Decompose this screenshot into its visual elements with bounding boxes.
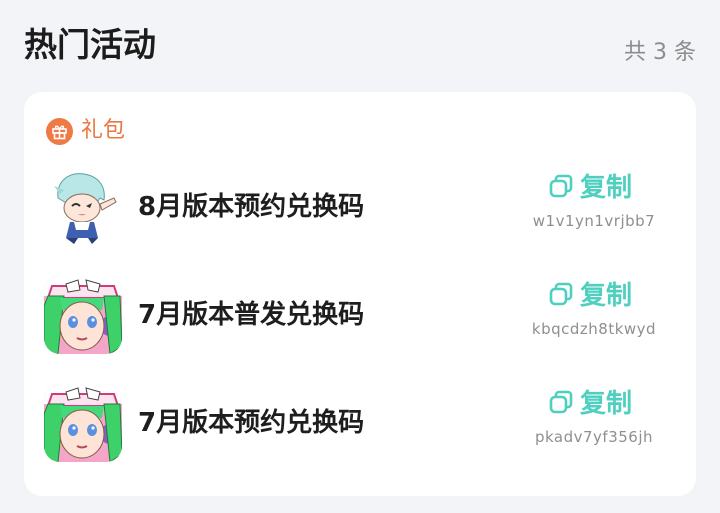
redeem-code: w1v1yn1vrjbb7 [532, 212, 656, 230]
item-count: 共 3 条 [624, 40, 696, 65]
item-title: 8月版本预约兑换码 [138, 192, 365, 222]
list-item: 7月版本预约兑换码 复制 pkadv7yf356jh [24, 380, 696, 464]
copy-label: 复制 [580, 281, 633, 311]
gift-icon [46, 117, 73, 145]
copy-label: 复制 [580, 173, 633, 203]
redeem-code: pkadv7yf356jh [534, 428, 654, 446]
item-title: 7月版本预约兑换码 [138, 408, 365, 438]
copy-button[interactable]: 复制 [548, 278, 632, 314]
copy-icon [548, 173, 574, 203]
copy-icon [548, 389, 574, 419]
copy-button[interactable]: 复制 [548, 386, 632, 422]
copy-label: 复制 [580, 389, 633, 419]
green-hair-character-avatar [44, 384, 122, 462]
copy-button[interactable]: 复制 [548, 170, 632, 206]
chibi-character-avatar [44, 168, 122, 246]
section-label-text: 礼包 [81, 118, 126, 143]
list-item: 7月版本普发兑换码 复制 kbqcdzh8tkwyd [24, 272, 696, 356]
gift-card: 礼包 8月版本预约兑换码 复制 w1v1yn1vrjbb7 7月版本普发兑换码 … [24, 92, 696, 496]
section-label: 礼包 [46, 116, 125, 146]
page-title: 热门活动 [24, 25, 156, 64]
redeem-code: kbqcdzh8tkwyd [531, 320, 657, 338]
item-title: 7月版本普发兑换码 [138, 300, 365, 330]
section-header: 热门活动 共 3 条 [24, 22, 696, 72]
list-item: 8月版本预约兑换码 复制 w1v1yn1vrjbb7 [24, 164, 696, 248]
green-hair-character-avatar [44, 276, 122, 354]
copy-icon [548, 281, 574, 311]
